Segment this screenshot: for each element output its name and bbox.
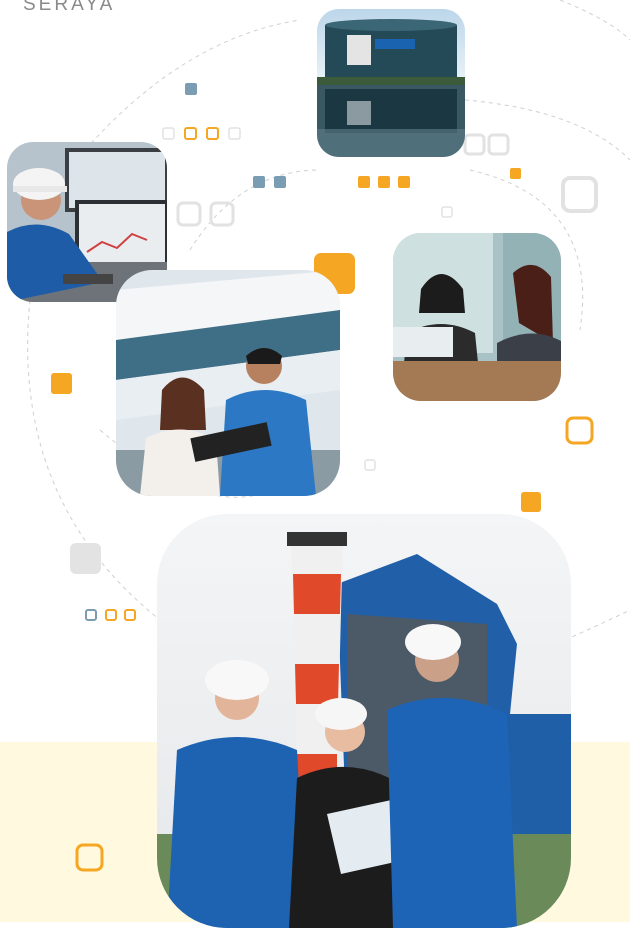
brand-name: SERAYA (23, 0, 116, 15)
blue-outline-squares (85, 609, 97, 621)
colleagues-reviewing-folder-photo (116, 270, 340, 496)
blue-squares (185, 83, 286, 188)
grey-square (70, 543, 101, 574)
office-meeting-photo (393, 233, 561, 401)
plant-engineers-photo (157, 514, 571, 928)
storage-tank-photo (317, 9, 465, 157)
